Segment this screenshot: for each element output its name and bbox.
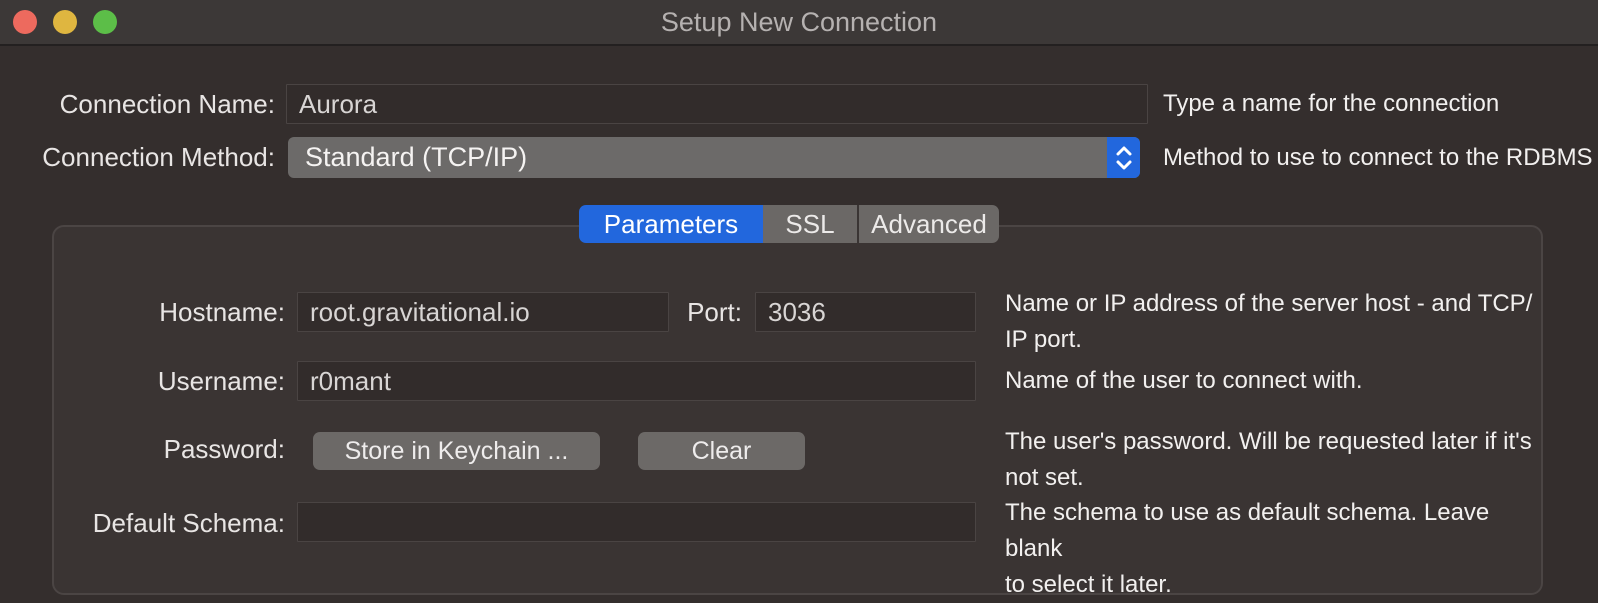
username-label: Username:	[54, 361, 285, 401]
username-help: Name of the user to connect with.	[1005, 361, 1363, 401]
connection-method-label: Connection Method:	[0, 137, 275, 178]
password-help: The user's password. Will be requested l…	[1005, 424, 1545, 496]
port-input[interactable]	[755, 292, 976, 332]
hostname-label: Hostname:	[54, 292, 285, 332]
clear-password-button[interactable]: Clear	[638, 432, 805, 470]
window-title: Setup New Connection	[0, 0, 1598, 44]
default-schema-help: The schema to use as default schema. Lea…	[1005, 495, 1545, 603]
minimize-button[interactable]	[53, 10, 77, 34]
connection-name-help: Type a name for the connection	[1163, 84, 1499, 124]
parameters-panel: Hostname: Port: Name or IP address of th…	[52, 225, 1543, 595]
connection-method-value: Standard (TCP/IP)	[305, 137, 527, 178]
port-label: Port:	[534, 292, 742, 332]
tab-advanced[interactable]: Advanced	[859, 205, 999, 243]
titlebar: Setup New Connection	[0, 0, 1598, 46]
connection-method-select[interactable]: Standard (TCP/IP)	[288, 137, 1140, 178]
tab-ssl[interactable]: SSL	[763, 205, 857, 243]
default-schema-input[interactable]	[297, 502, 976, 542]
tab-parameters[interactable]: Parameters	[579, 205, 763, 243]
chevron-up-down-icon	[1107, 137, 1140, 178]
traffic-lights	[13, 10, 117, 34]
store-in-keychain-button[interactable]: Store in Keychain ...	[313, 432, 600, 470]
password-label: Password:	[54, 429, 285, 469]
close-button[interactable]	[13, 10, 37, 34]
connection-name-label: Connection Name:	[0, 84, 275, 124]
connection-name-input[interactable]	[286, 84, 1148, 124]
default-schema-label: Default Schema:	[54, 503, 285, 543]
zoom-button[interactable]	[93, 10, 117, 34]
hostname-help: Name or IP address of the server host - …	[1005, 286, 1545, 358]
username-input[interactable]	[297, 361, 976, 401]
tab-bar: Parameters SSL Advanced	[579, 205, 999, 243]
connection-method-help: Method to use to connect to the RDBMS	[1163, 137, 1593, 178]
